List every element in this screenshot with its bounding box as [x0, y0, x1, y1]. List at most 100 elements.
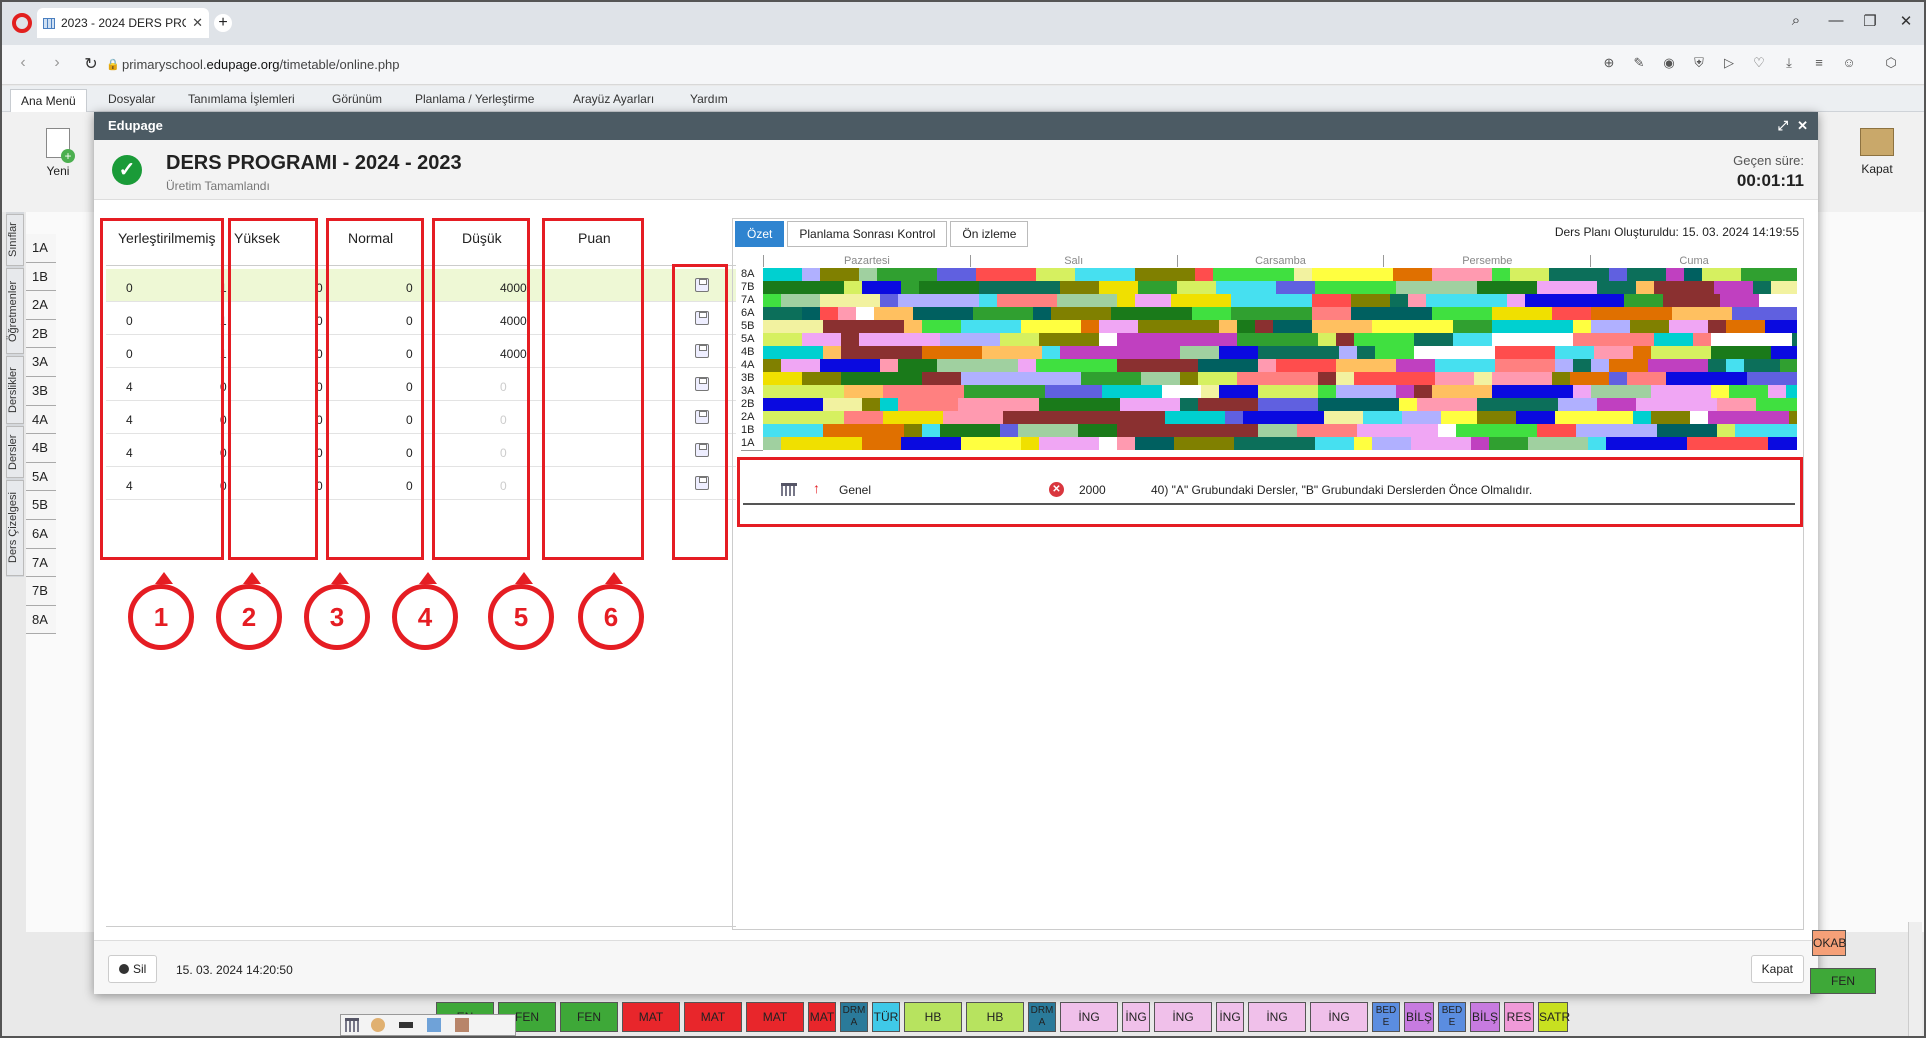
lesson-block[interactable] — [1117, 437, 1135, 450]
class-item[interactable]: 8A — [26, 605, 56, 635]
lesson-block[interactable] — [1357, 346, 1375, 359]
class-item[interactable]: 6A — [26, 519, 56, 549]
lesson-block[interactable] — [979, 294, 997, 307]
lesson-block[interactable] — [1315, 281, 1396, 294]
lesson-block[interactable] — [1042, 346, 1060, 359]
lesson-block[interactable] — [763, 281, 844, 294]
lesson-block[interactable] — [1609, 268, 1627, 281]
lesson-block[interactable] — [1402, 411, 1441, 424]
lesson-block[interactable] — [1690, 411, 1708, 424]
lesson-block[interactable] — [1666, 268, 1684, 281]
lesson-block[interactable] — [1426, 294, 1507, 307]
lesson-block[interactable] — [1771, 281, 1797, 294]
lesson-block[interactable] — [1231, 294, 1312, 307]
lesson-block[interactable] — [1171, 294, 1231, 307]
lesson-block[interactable] — [1477, 411, 1516, 424]
lesson-block[interactable] — [1354, 437, 1372, 450]
lesson-block[interactable] — [982, 346, 1042, 359]
lesson-block[interactable] — [1477, 281, 1537, 294]
lesson-block[interactable] — [1597, 281, 1636, 294]
lesson-card[interactable]: İNG — [1310, 1002, 1368, 1032]
menu-item-view[interactable]: Görünüm — [332, 92, 382, 106]
lesson-block[interactable] — [1297, 424, 1357, 437]
lesson-block[interactable] — [1057, 294, 1117, 307]
lesson-block[interactable] — [940, 424, 1000, 437]
lesson-block[interactable] — [1033, 307, 1051, 320]
lesson-block[interactable] — [1528, 437, 1588, 450]
lesson-block[interactable] — [1336, 372, 1354, 385]
lesson-block[interactable] — [1684, 268, 1702, 281]
minimize-icon[interactable]: — — [1824, 12, 1848, 29]
lesson-block[interactable] — [1714, 281, 1753, 294]
lesson-block[interactable] — [820, 294, 880, 307]
lesson-block[interactable] — [1390, 294, 1408, 307]
lesson-block[interactable] — [823, 320, 904, 333]
lesson-block[interactable] — [820, 268, 859, 281]
search-tabs-icon[interactable]: ⌕ — [1784, 12, 1808, 29]
lesson-block[interactable] — [1438, 424, 1456, 437]
profile-icon[interactable]: ☺ — [1840, 55, 1858, 70]
lesson-block[interactable] — [1153, 294, 1171, 307]
lesson-block[interactable] — [1084, 385, 1102, 398]
class-item[interactable]: 7A — [26, 548, 56, 578]
lesson-block[interactable] — [1213, 268, 1294, 281]
class-item[interactable]: 3B — [26, 376, 56, 406]
lesson-block[interactable] — [844, 281, 862, 294]
lesson-block[interactable] — [1195, 268, 1213, 281]
lesson-block[interactable] — [1324, 411, 1363, 424]
lesson-block[interactable] — [1117, 424, 1177, 437]
lesson-block[interactable] — [1573, 320, 1591, 333]
lesson-block[interactable] — [1198, 359, 1258, 372]
lesson-block[interactable] — [1555, 411, 1615, 424]
lesson-block[interactable] — [1573, 385, 1591, 398]
forward-icon[interactable]: › — [46, 54, 68, 72]
problem-row[interactable]: ↑ Genel ✕ 2000 40) "A" Grubundaki Dersle… — [743, 475, 1795, 505]
class-item[interactable]: 7B — [26, 577, 56, 606]
lesson-block[interactable] — [1573, 359, 1591, 372]
lesson-block[interactable] — [1693, 333, 1711, 346]
lesson-block[interactable] — [763, 372, 802, 385]
tab-schedule[interactable]: Ders Çizelgesi — [6, 480, 24, 576]
lesson-block[interactable] — [1138, 320, 1219, 333]
lesson-block[interactable] — [1336, 359, 1396, 372]
lesson-block[interactable] — [1174, 437, 1234, 450]
lesson-block[interactable] — [880, 398, 898, 411]
lesson-block[interactable] — [1111, 307, 1192, 320]
lesson-block[interactable] — [1081, 320, 1099, 333]
lesson-block[interactable] — [961, 372, 1000, 385]
lesson-block[interactable] — [1708, 411, 1789, 424]
lesson-block[interactable] — [898, 359, 937, 372]
lesson-block[interactable] — [763, 307, 802, 320]
lesson-block[interactable] — [1237, 320, 1255, 333]
lesson-block[interactable] — [1720, 294, 1759, 307]
browser-tab[interactable]: 2023 - 2024 DERS PROGR ✕ — [37, 8, 209, 38]
lesson-block[interactable] — [1726, 320, 1765, 333]
lesson-block[interactable] — [1417, 398, 1477, 411]
class-item[interactable]: 4B — [26, 434, 56, 463]
lesson-block[interactable] — [1627, 268, 1666, 281]
lesson-block[interactable] — [1630, 320, 1669, 333]
lesson-block[interactable] — [901, 281, 919, 294]
camera-icon[interactable]: ◉ — [1660, 55, 1678, 71]
lesson-block[interactable] — [1762, 359, 1780, 372]
lesson-block[interactable] — [1117, 333, 1198, 346]
lesson-block[interactable] — [1573, 333, 1654, 346]
lesson-block[interactable] — [1741, 268, 1797, 281]
lesson-block[interactable] — [877, 268, 937, 281]
lesson-block[interactable] — [1768, 437, 1797, 450]
lesson-block[interactable] — [1138, 281, 1177, 294]
lesson-block[interactable] — [1537, 424, 1576, 437]
class-item[interactable]: 2A — [26, 291, 56, 320]
lesson-card[interactable]: DRM A — [840, 1002, 868, 1032]
lesson-block[interactable] — [781, 359, 820, 372]
lesson-block[interactable] — [1507, 294, 1525, 307]
lesson-block[interactable] — [802, 268, 820, 281]
lesson-block[interactable] — [1336, 385, 1396, 398]
lesson-block[interactable] — [1747, 372, 1797, 385]
lesson-block[interactable] — [1729, 385, 1768, 398]
download-icon[interactable]: ⤓ — [1780, 55, 1798, 71]
lesson-block[interactable] — [1099, 333, 1117, 346]
lesson-block[interactable] — [1036, 359, 1117, 372]
lesson-block[interactable] — [874, 307, 913, 320]
lesson-block[interactable] — [1651, 346, 1711, 359]
